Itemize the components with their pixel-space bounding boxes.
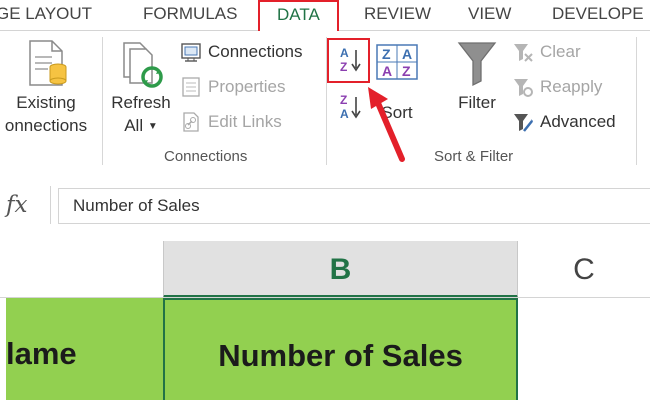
reapply-filter-icon xyxy=(512,76,534,98)
red-arrow-icon xyxy=(362,85,412,165)
refresh-all-button[interactable]: Refresh All ▼ xyxy=(108,37,174,138)
insert-function-icon[interactable]: fx xyxy=(6,192,36,222)
group-separator xyxy=(102,37,103,165)
connections-button[interactable]: Connections xyxy=(180,39,303,65)
svg-text:A: A xyxy=(402,46,412,62)
svg-text:Z: Z xyxy=(340,93,347,107)
edit-links-label: Edit Links xyxy=(208,112,282,131)
reapply-filter-button[interactable]: Reapply xyxy=(512,74,602,100)
refresh-icon xyxy=(116,37,166,91)
svg-text:A: A xyxy=(340,107,349,120)
existing-connections-label-1: Existing xyxy=(16,93,76,112)
existing-connections-label-2: onnections xyxy=(4,116,88,135)
group-separator xyxy=(636,37,637,165)
svg-text:Z: Z xyxy=(402,63,411,79)
clear-filter-icon xyxy=(512,41,534,63)
connections-icon xyxy=(180,41,202,63)
advanced-label: Advanced xyxy=(540,112,616,131)
column-header-a[interactable] xyxy=(0,241,163,298)
advanced-filter-button[interactable]: Advanced xyxy=(512,109,616,135)
sort-dialog-icon: Z A A Z xyxy=(375,41,419,85)
tab-data[interactable]: DATA xyxy=(258,0,339,33)
cell-b1[interactable]: Number of Sales xyxy=(163,298,518,400)
svg-text:A: A xyxy=(382,63,392,79)
filter-label: Filter xyxy=(458,93,496,112)
filter-funnel-icon xyxy=(453,37,501,91)
tab-review[interactable]: REVIEW xyxy=(364,0,431,31)
chevron-down-icon: ▼ xyxy=(147,121,158,133)
ribbon: Existing onnections Refresh All ▼ Connec… xyxy=(0,31,650,171)
refresh-label-1: Refresh xyxy=(111,93,171,112)
formula-input[interactable]: Number of Sales xyxy=(58,188,650,224)
existing-connections-button[interactable]: Existing onnections xyxy=(0,37,100,137)
tab-view[interactable]: VIEW xyxy=(468,0,511,31)
connections-label: Connections xyxy=(208,42,303,61)
sort-descending-icon: Z A xyxy=(337,92,365,120)
advanced-filter-icon xyxy=(512,111,534,133)
properties-icon xyxy=(180,76,202,98)
clear-filter-button[interactable]: Clear xyxy=(512,39,581,65)
tab-page-layout[interactable]: GE LAYOUT xyxy=(0,0,92,31)
sort-filter-group-label: Sort & Filter xyxy=(434,148,514,165)
filter-button[interactable]: Filter xyxy=(448,37,506,114)
refresh-label-2: All ▼ xyxy=(124,116,158,135)
formula-bar: fx Number of Sales xyxy=(0,178,650,233)
sort-ascending-highlight xyxy=(327,38,370,83)
svg-text:Z: Z xyxy=(382,46,391,62)
edit-links-button[interactable]: Edit Links xyxy=(180,109,282,135)
tab-formulas[interactable]: FORMULAS xyxy=(143,0,237,31)
cell-c1[interactable] xyxy=(518,298,650,400)
properties-label: Properties xyxy=(208,77,286,96)
existing-connections-icon xyxy=(22,37,70,91)
connections-group-label: Connections xyxy=(164,148,248,165)
tab-developer[interactable]: DEVELOPE xyxy=(552,0,644,31)
column-header-b[interactable]: B xyxy=(163,241,518,298)
reapply-label: Reapply xyxy=(540,77,603,96)
formula-bar-separator xyxy=(50,186,51,224)
column-header-c[interactable]: C xyxy=(518,241,650,298)
clear-label: Clear xyxy=(540,42,581,61)
properties-button[interactable]: Properties xyxy=(180,74,285,100)
edit-links-icon xyxy=(180,111,202,133)
ribbon-tab-strip: GE LAYOUT FORMULAS DATA REVIEW VIEW DEVE… xyxy=(0,0,650,33)
cell-a1[interactable]: lame xyxy=(6,298,163,400)
column-header-row: B C xyxy=(0,241,650,298)
